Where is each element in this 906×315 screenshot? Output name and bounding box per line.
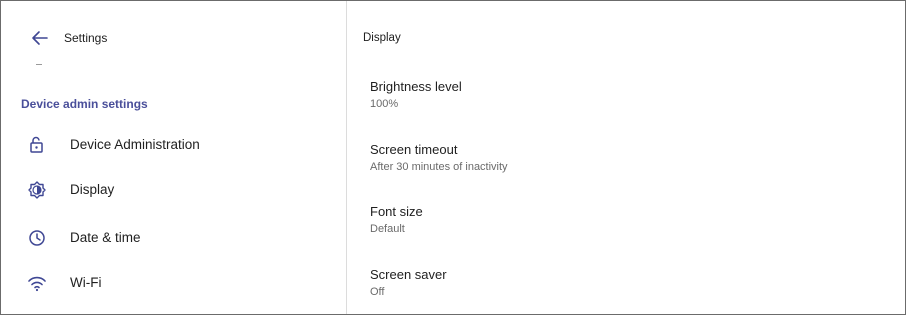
setting-value: Default <box>370 223 405 235</box>
setting-value: 100% <box>370 98 399 110</box>
sidebar-item-device-administration[interactable]: Device Administration <box>1 123 346 167</box>
setting-value: Off <box>370 286 385 298</box>
page-title: Settings <box>64 31 108 45</box>
setting-title: Screen saver <box>370 267 447 282</box>
sidebar-item-display[interactable]: Display <box>1 168 346 212</box>
brightness-icon <box>26 179 48 201</box>
settings-window: Settings Device admin settings Device Ad… <box>0 0 906 315</box>
sidebar-item-label: Display <box>70 182 115 197</box>
sidebar-item-label: Date & time <box>70 230 141 245</box>
setting-font-size[interactable]: Font size Default <box>348 198 905 252</box>
panel-title: Display <box>363 32 401 44</box>
sidebar-header: Settings <box>1 1 346 71</box>
setting-title: Screen timeout <box>370 142 458 157</box>
settings-sidebar: Settings Device admin settings Device Ad… <box>1 1 347 314</box>
clock-icon <box>26 227 48 249</box>
back-arrow-icon <box>32 31 48 45</box>
setting-title: Brightness level <box>370 79 462 94</box>
setting-screen-timeout[interactable]: Screen timeout After 30 minutes of inact… <box>348 136 905 190</box>
setting-screen-saver[interactable]: Screen saver Off <box>348 261 905 315</box>
section-title: Device admin settings <box>21 97 148 111</box>
sidebar-item-label: Device Administration <box>70 137 200 152</box>
sidebar-item-date-time[interactable]: Date & time <box>1 216 346 260</box>
display-settings-panel: Display Brightness level 100% Screen tim… <box>348 1 905 314</box>
back-button[interactable] <box>29 27 51 49</box>
sidebar-item-label: Wi-Fi <box>70 275 102 290</box>
wifi-icon <box>26 272 48 294</box>
scroll-indicator <box>36 64 42 65</box>
setting-title: Font size <box>370 204 423 219</box>
setting-brightness-level[interactable]: Brightness level 100% <box>348 73 905 127</box>
sidebar-item-wifi[interactable]: Wi-Fi <box>1 261 346 305</box>
lock-open-icon <box>26 134 48 156</box>
setting-value: After 30 minutes of inactivity <box>370 161 508 173</box>
